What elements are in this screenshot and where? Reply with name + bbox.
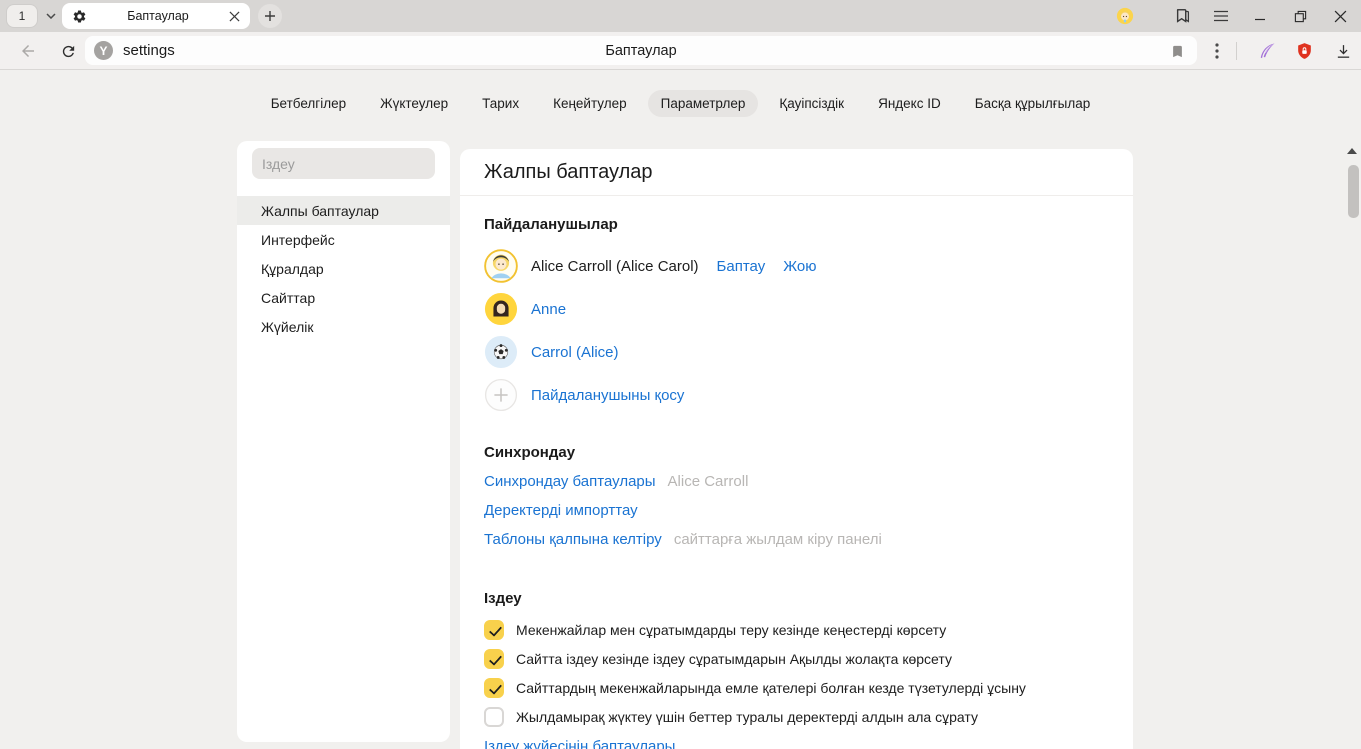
checkbox-spelling-corrections[interactable] [484,678,504,698]
download-icon[interactable] [1331,39,1355,63]
url-text[interactable]: settings [123,36,175,65]
address-bar[interactable]: Y settings Баптаулар [85,36,1197,65]
new-tab-button[interactable] [258,4,282,28]
yandex-badge-icon[interactable]: Y [94,41,113,60]
tableau-note: сайттарға жылдам кіру панелі [674,531,882,548]
tab-close-icon[interactable] [229,11,240,22]
settings-sidebar: Жалпы баптаулар Интерфейс Құралдар Сайтт… [237,141,450,742]
restore-tableau-link[interactable]: Таблоны қалпына келтіру [484,531,662,548]
sync-row: Таблоны қалпына келтіру сайттарға жылдам… [484,525,1109,554]
shield-lock-protect-icon[interactable] [1292,39,1316,63]
close-window-button[interactable] [1328,4,1352,28]
nav-tab-other-devices[interactable]: Басқа құрылғылар [962,90,1104,117]
nav-tab-security[interactable]: Қауіпсіздік [766,90,857,117]
user-name-link[interactable]: Carrol (Alice) [531,344,619,361]
settings-page: Бетбелгілер Жүктеулер Тарих Кеңейтулер П… [0,70,1361,749]
checkbox-site-search-smartbar[interactable] [484,649,504,669]
nav-tab-history[interactable]: Тарих [469,90,532,117]
user-name: Alice Carroll (Alice Carol) [531,258,699,275]
browser-tab[interactable]: Баптаулар [62,3,250,29]
settings-nav-tabs: Бетбелгілер Жүктеулер Тарих Кеңейтулер П… [0,90,1361,117]
checkbox-row: Жылдамырақ жүктеу үшін беттер туралы дер… [484,702,1109,731]
add-user-row: Пайдаланушыны қосу [484,378,1109,412]
collections-bookmarks-icon[interactable] [1171,4,1195,28]
feather-extension-icon[interactable] [1255,39,1279,63]
user-row: Carrol (Alice) [484,335,1109,369]
users-section-heading: Пайдаланушылар [484,216,1109,234]
sync-account-note: Alice Carroll [668,473,749,490]
tab-strip: 1 Баптаулар [0,0,1361,32]
page-title: Жалпы баптаулар [460,149,1133,196]
nav-tab-extensions[interactable]: Кеңейтулер [540,90,640,117]
sidebar-item-general[interactable]: Жалпы баптаулар [237,196,450,225]
checkbox-label: Сайттардың мекенжайларында емле қателері… [516,680,1026,696]
toolbar-divider [1236,42,1237,60]
toolbar: Y settings Баптаулар [0,32,1361,70]
search-engine-settings-link[interactable]: Іздеу жүйесінің баптаулары [484,738,1109,749]
tab-counter-button[interactable]: 1 [7,5,37,27]
user-row: Anne [484,292,1109,326]
nav-tab-yandex-id[interactable]: Яндекс ID [865,90,954,117]
import-data-link[interactable]: Деректерді импорттау [484,502,638,519]
tab-title: Баптаулар [87,9,229,23]
tab-counter-value: 1 [19,9,26,23]
checkbox-row: Сайттардың мекенжайларында емле қателері… [484,673,1109,702]
search-input[interactable] [252,148,435,179]
checkbox-label: Сайтта іздеу кезінде іздеу сұратымдарын … [516,651,952,667]
scrollbar-up-arrow[interactable] [1347,148,1357,154]
sidebar-item-interface[interactable]: Интерфейс [237,225,450,254]
nav-tab-downloads[interactable]: Жүктеулер [367,90,461,117]
nav-tab-settings[interactable]: Параметрлер [648,90,759,117]
settings-main-card: Жалпы баптаулар Пайдаланушылар [460,149,1133,749]
users-list: Alice Carroll (Alice Carol) Баптау Жою [484,249,1109,412]
reload-icon[interactable] [56,39,80,63]
sync-row: Деректерді импорттау [484,496,1109,525]
add-user-link[interactable]: Пайдаланушыны қосу [531,387,684,404]
checkbox-prefetch-pages[interactable] [484,707,504,727]
checkbox-row: Сайтта іздеу кезінде іздеу сұратымдарын … [484,644,1109,673]
user-name-link[interactable]: Anne [531,301,566,318]
chevron-down-icon[interactable] [40,4,62,28]
bookmark-flag-icon[interactable] [1165,39,1189,63]
sidebar-item-tools[interactable]: Құралдар [237,254,450,283]
add-user-plus-icon[interactable] [484,378,518,412]
alice-avatar[interactable] [484,249,518,283]
kebab-menu-icon[interactable] [1205,39,1229,63]
checkbox-label: Жылдамырақ жүктеу үшін беттер туралы дер… [516,709,978,725]
sidebar-list: Жалпы баптаулар Интерфейс Құралдар Сайтт… [237,196,450,341]
user-configure-link[interactable]: Баптау [717,258,766,275]
address-page-title: Баптаулар [85,36,1197,65]
search-section-heading: Іздеу [484,590,1109,608]
sidebar-item-system[interactable]: Жүйелік [237,312,450,341]
sync-settings-link[interactable]: Синхрондау баптаулары [484,473,656,490]
sync-section-heading: Синхрондау [484,444,1109,462]
checkbox-show-suggestions[interactable] [484,620,504,640]
back-arrow-icon[interactable] [16,39,40,63]
sync-row: Синхрондау баптаулары Alice Carroll [484,467,1109,496]
user-row: Alice Carroll (Alice Carol) Баптау Жою [484,249,1109,283]
minimize-button[interactable] [1248,4,1272,28]
nav-tab-bookmarks[interactable]: Бетбелгілер [258,90,359,117]
checkbox-row: Мекенжайлар мен сұратымдарды теру кезінд… [484,615,1109,644]
scrollbar-thumb[interactable] [1348,165,1359,218]
restore-window-button[interactable] [1288,4,1312,28]
user-delete-link[interactable]: Жою [783,258,816,275]
checkbox-label: Мекенжайлар мен сұратымдарды теру кезінд… [516,622,946,638]
profile-avatar[interactable] [1113,4,1137,28]
sidebar-item-sites[interactable]: Сайттар [237,283,450,312]
anne-avatar[interactable] [484,292,518,326]
soccer-ball-avatar[interactable] [484,335,518,369]
gear-icon [72,9,87,24]
hamburger-menu-icon[interactable] [1209,4,1233,28]
